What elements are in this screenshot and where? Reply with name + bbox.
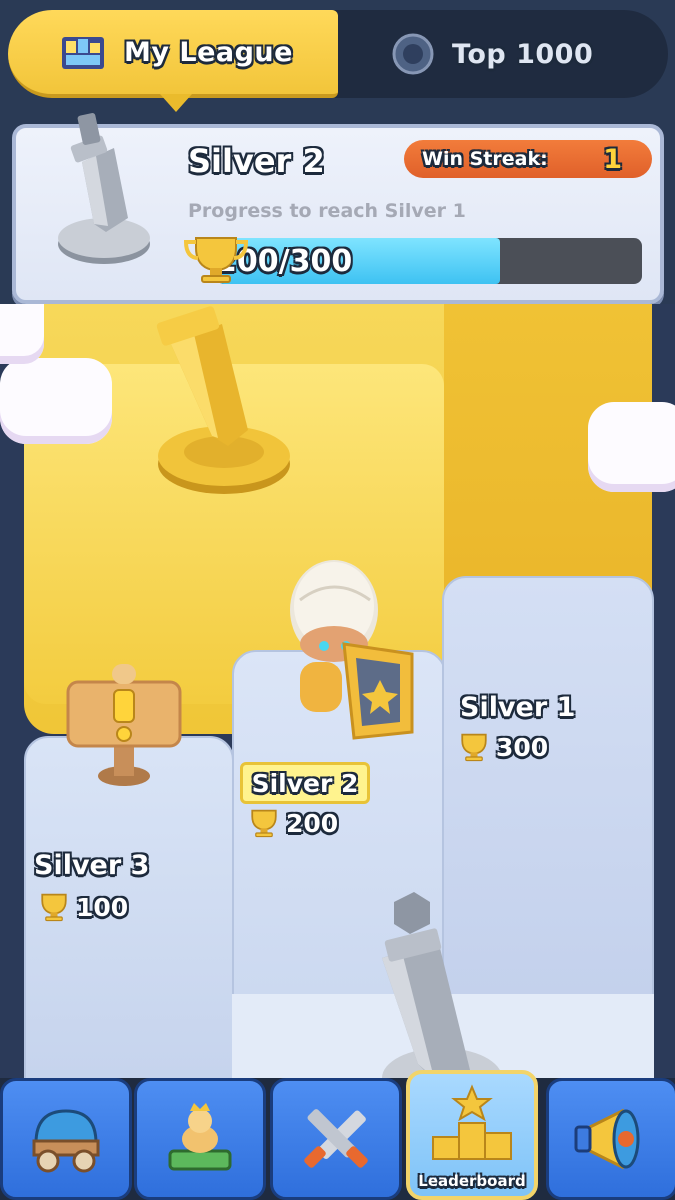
nav-battle-button[interactable] [270,1078,402,1200]
current-rank-title: Silver 2 [188,142,325,180]
tier-silver-2-name: Silver 2 [251,768,359,798]
exclamation-sign-icon[interactable] [64,660,184,790]
silver-sword-statue-icon [382,892,502,1088]
tier-silver-3-score: 100 [34,892,128,922]
globe-icon [392,33,434,75]
tab-my-league-label: My League [124,36,293,68]
nav-pedestal-button[interactable] [134,1078,266,1200]
league-scene: Silver 1 300 Silver 2 200 Silver 3 100 [0,304,675,1104]
league-progress-card: Silver 2 Win Streak: 1 Progress to reach… [12,113,664,304]
trophy-icon [251,809,277,838]
nav-megaphone-button[interactable] [546,1078,675,1200]
tab-top-1000-label: Top 1000 [452,38,594,70]
trophy-icon [41,893,67,922]
progress-label: Progress to reach Silver 1 [188,200,466,222]
tab-my-league[interactable]: My League [8,10,338,112]
tier-silver-1-trophies: 300 [496,732,549,762]
wagon-icon [32,1109,100,1173]
leaderboard-podium-icon [432,1084,512,1160]
league-tab-bar: My League Top 1000 [8,10,668,112]
win-streak-value: 1 [603,143,622,175]
trophy-icon [183,237,249,283]
nav-leaderboard-button[interactable]: Leaderboard [406,1070,538,1200]
win-streak-badge: Win Streak: 1 [404,140,652,178]
cloud-top-left [0,304,44,364]
tier-silver-2-trophies: 200 [286,808,339,838]
current-tier-tag: Silver 2 [240,762,370,804]
tab-top-1000[interactable]: Top 1000 [392,10,593,98]
league-map-icon [62,37,104,69]
tier-silver-1-name: Silver 1 [460,692,576,723]
silver-sword-trophy-icon [58,113,150,264]
progress-bar: 200/300 [216,238,642,284]
win-streak-label: Win Streak: [422,148,548,170]
crossed-swords-icon [304,1109,368,1168]
tier-silver-1-score: 300 [454,732,548,762]
megaphone-icon [574,1108,640,1170]
pedestal-icon [168,1103,232,1171]
player-avatar[interactable] [290,554,420,744]
gold-sword-trophy-icon [156,306,290,494]
bottom-navigation: Leaderboard [0,1070,675,1200]
nav-wagon-button[interactable] [0,1078,132,1200]
cloud-left [0,358,112,444]
cloud-right [588,402,675,492]
tier-silver-2-score: 200 [244,808,338,838]
trophy-icon [461,733,487,762]
nav-leaderboard-label: Leaderboard [418,1172,526,1190]
progress-bar-fill: 200/300 [216,238,501,284]
tier-silver-3-name: Silver 3 [34,850,150,881]
tier-silver-3-trophies: 100 [76,892,129,922]
